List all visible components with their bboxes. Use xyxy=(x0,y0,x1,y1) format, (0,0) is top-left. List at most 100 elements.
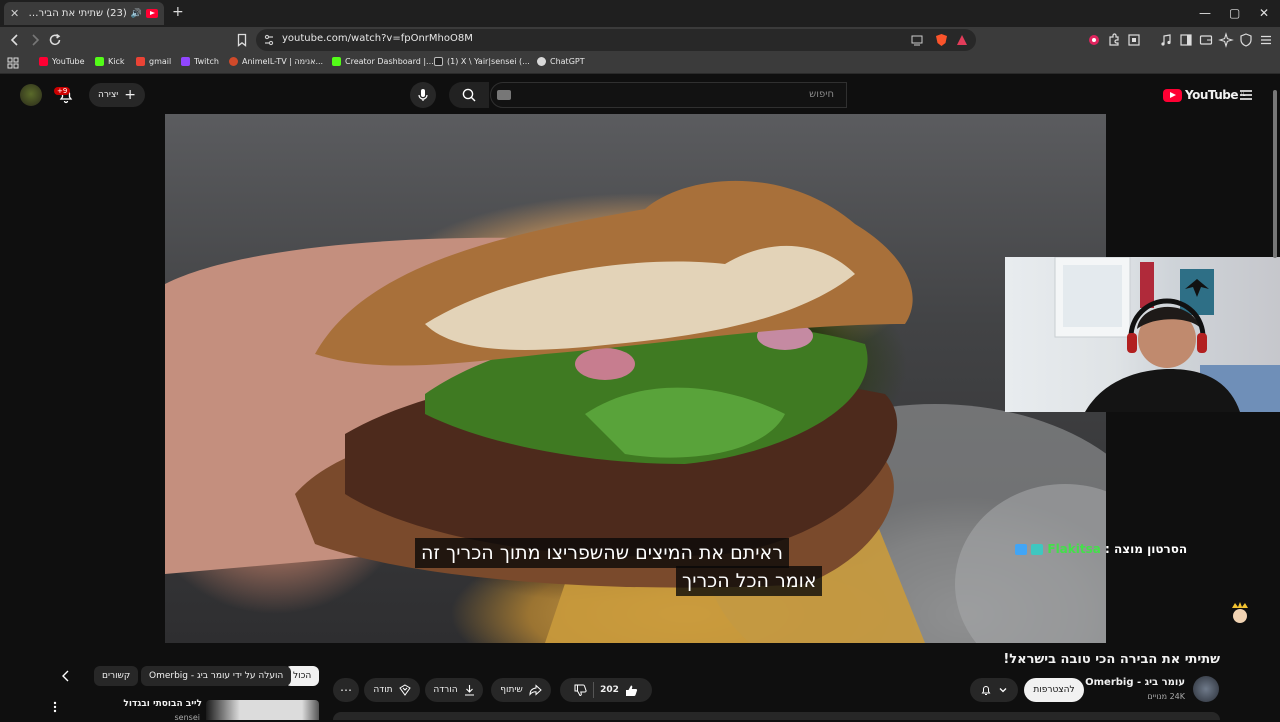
gmail-icon xyxy=(136,57,145,66)
bookmark-kick[interactable]: Kick xyxy=(95,57,125,66)
twitch-icon xyxy=(181,57,190,66)
url-text: youtube.com/watch?v=fpOnrMhoO8M xyxy=(282,33,473,44)
bookmark-creator-dashboard[interactable]: Creator Dashboard |... xyxy=(332,57,434,66)
youtube-logo-icon xyxy=(1163,88,1182,102)
vpn-shield-icon[interactable] xyxy=(1237,31,1255,49)
maximize-button[interactable]: ▢ xyxy=(1229,6,1240,20)
bookmark-icon[interactable] xyxy=(233,31,251,49)
chat-message: הסרטון מוצה : Flakitsa xyxy=(1015,542,1187,556)
brave-rewards-icon[interactable] xyxy=(956,34,968,46)
chevron-down-icon xyxy=(998,685,1008,695)
bookmarks-bar: YouTube Kick gmail Twitch AnimeIL-TV | א… xyxy=(0,53,1280,74)
x-icon xyxy=(434,57,443,66)
youtube-logo[interactable]: YouTube IL xyxy=(1163,88,1245,102)
kick-icon xyxy=(95,57,104,66)
youtube-header: +9 + יצירה חיפוש YouTube IL xyxy=(0,76,1280,114)
youtube-favicon-icon xyxy=(146,9,158,18)
channel-name[interactable]: עומר ביג - Omerbig xyxy=(1085,677,1185,688)
webcam-frame-illustration xyxy=(1054,257,1280,412)
like-button[interactable]: 202 xyxy=(600,684,638,697)
video-player[interactable]: ראיתם את המיצים שהשפריצו מתוך הכריך זה א… xyxy=(165,114,1106,643)
tab-title: (23) שתיתי את הבירה הכי טו xyxy=(23,8,127,19)
crown-mascot-icon xyxy=(1229,600,1251,626)
notification-settings-button[interactable] xyxy=(970,678,1018,702)
chips-scroll-left-icon[interactable] xyxy=(58,668,74,684)
animeil-icon xyxy=(229,57,238,66)
share-button[interactable]: שיתוף xyxy=(491,678,551,702)
chip-uploader[interactable]: הועלה על ידי עומר ביג - Omerbig xyxy=(141,666,292,686)
search-button[interactable] xyxy=(449,82,489,108)
extension-record-icon[interactable] xyxy=(1085,31,1103,49)
like-divider xyxy=(593,682,595,698)
back-icon[interactable] xyxy=(6,31,24,49)
subscribe-button[interactable]: להצטרפות xyxy=(1024,678,1084,702)
audio-playing-icon[interactable]: 🔊 xyxy=(131,9,142,19)
channel-avatar[interactable] xyxy=(1193,676,1219,702)
caption-line-2: אומר הכל הכריך xyxy=(676,566,823,596)
sidebar-toggle-icon[interactable] xyxy=(1177,31,1195,49)
browser-tab-strip: 🔊 (23) שתיתי את הבירה הכי טו ✕ + — ▢ ✕ xyxy=(0,0,1280,27)
browser-menu-icon[interactable] xyxy=(1257,31,1275,49)
download-icon xyxy=(464,684,475,696)
bookmark-animeil[interactable]: AnimeIL-TV | אנימה... xyxy=(229,57,323,66)
chatgpt-icon xyxy=(537,57,546,66)
thanks-icon xyxy=(398,684,411,696)
notifications-badge: +9 xyxy=(54,87,71,95)
share-icon xyxy=(529,684,542,696)
streamer-webcam-overlay xyxy=(1005,257,1280,412)
chat-badge-icon xyxy=(1031,544,1044,555)
thanks-button[interactable]: תודה xyxy=(364,678,420,702)
voice-search-icon[interactable] xyxy=(410,82,436,108)
brave-shields-icon[interactable] xyxy=(935,33,948,47)
like-count: 202 xyxy=(600,685,619,695)
avatar[interactable] xyxy=(20,84,42,106)
page-scrollbar[interactable] xyxy=(1273,90,1277,258)
bell-icon xyxy=(980,684,992,696)
forward-icon[interactable] xyxy=(26,31,44,49)
close-window-button[interactable]: ✕ xyxy=(1259,6,1269,20)
apps-grid-icon[interactable] xyxy=(7,57,19,69)
reload-icon[interactable] xyxy=(46,31,64,49)
new-tab-button[interactable]: + xyxy=(172,4,184,20)
site-info-icon[interactable] xyxy=(263,33,275,47)
cast-icon[interactable] xyxy=(911,34,923,46)
bookmark-gmail[interactable]: gmail xyxy=(136,57,171,66)
kick-icon xyxy=(332,57,341,66)
related-video-title[interactable]: לייב הבוסתי ובגדול xyxy=(123,699,202,709)
search-placeholder: חיפוש xyxy=(809,89,834,100)
dislike-button[interactable] xyxy=(574,684,587,697)
screenshot-icon[interactable] xyxy=(1125,31,1143,49)
tab-close-icon[interactable]: ✕ xyxy=(10,7,19,20)
browser-toolbar: youtube.com/watch?v=fpOnrMhoO8M xyxy=(0,27,1280,53)
browser-tab[interactable]: 🔊 (23) שתיתי את הבירה הכי טו ✕ xyxy=(4,2,164,25)
chat-badge-icon xyxy=(1015,544,1027,555)
related-video-channel: sensei xyxy=(174,713,200,722)
media-control-icon[interactable] xyxy=(1157,31,1175,49)
extensions-icon[interactable] xyxy=(1105,31,1123,49)
description-box[interactable] xyxy=(333,712,1220,720)
minimize-button[interactable]: — xyxy=(1199,6,1211,20)
chip-related[interactable]: קשורים xyxy=(94,666,139,686)
guide-menu-icon[interactable] xyxy=(1237,86,1255,104)
wallet-icon[interactable] xyxy=(1197,31,1215,49)
caption-line-1: ראיתם את המיצים שהשפריצו מתוך הכריך זה xyxy=(415,538,789,568)
bookmark-twitch[interactable]: Twitch xyxy=(181,57,219,66)
leo-ai-icon[interactable] xyxy=(1217,31,1235,49)
plus-icon: + xyxy=(124,87,137,103)
create-button[interactable]: + יצירה xyxy=(89,83,145,107)
bookmark-youtube[interactable]: YouTube xyxy=(39,57,85,66)
thumbs-down-icon xyxy=(574,684,587,696)
download-button[interactable]: הורדה xyxy=(425,678,483,702)
thumbs-up-icon xyxy=(625,684,638,697)
bookmark-chatgpt[interactable]: ChatGPT xyxy=(537,57,585,66)
search-icon xyxy=(462,88,476,102)
related-video-menu-icon[interactable] xyxy=(50,700,60,714)
more-actions-button[interactable]: ⋯ xyxy=(333,678,359,702)
keyboard-icon[interactable] xyxy=(497,90,511,100)
address-bar[interactable]: youtube.com/watch?v=fpOnrMhoO8M xyxy=(256,29,976,51)
subscriber-count: 24K מנויים xyxy=(1147,692,1185,701)
youtube-icon xyxy=(39,57,48,66)
bookmark-x[interactable]: (1) X \ Yair|sensei (... xyxy=(434,57,530,66)
related-video-thumbnail[interactable] xyxy=(206,700,319,720)
search-input[interactable]: חיפוש xyxy=(490,82,847,108)
